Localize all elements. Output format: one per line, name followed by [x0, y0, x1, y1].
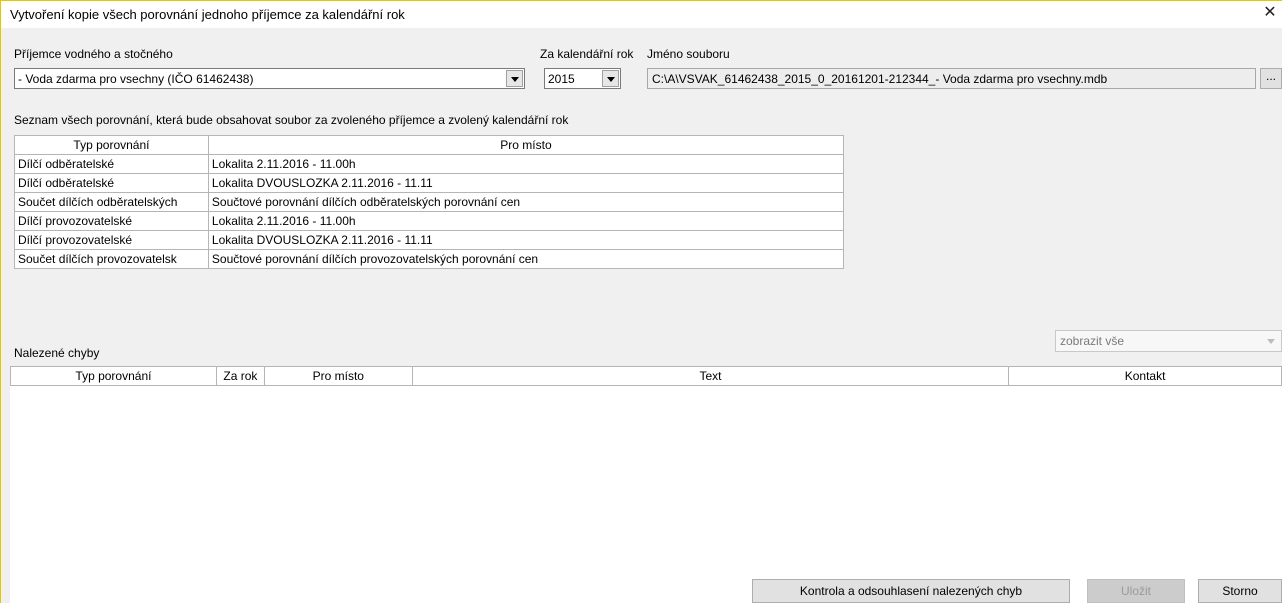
- recipient-select[interactable]: - Voda zdarma pro vsechny (IČO 61462438): [14, 68, 525, 89]
- cell-place: Součtové porovnání dílčích odběratelskýc…: [207, 192, 845, 212]
- errors-list[interactable]: [10, 366, 1282, 603]
- table-row[interactable]: Dílčí provozovatelské Lokalita DVOUSLOZK…: [14, 230, 845, 250]
- cell-type: Součet dílčích provozovatelsk: [14, 249, 209, 269]
- cell-place: Součtové porovnání dílčích provozovatels…: [207, 249, 845, 269]
- year-value: 2015: [548, 72, 575, 86]
- table-row[interactable]: Součet dílčích odběratelských Součtové p…: [14, 192, 845, 212]
- filename-field[interactable]: C:\A\VSVAK_61462438_2015_0_20161201-2123…: [647, 68, 1256, 89]
- title-bar: Vytvoření kopie všech porovnání jednoho …: [0, 0, 1282, 28]
- recipient-label: Příjemce vodného a stočného: [14, 47, 173, 61]
- errors-filter-select: zobrazit vše: [1055, 330, 1282, 352]
- browse-button[interactable]: ...: [1260, 68, 1282, 89]
- filter-value: zobrazit vše: [1060, 334, 1125, 348]
- column-header-type[interactable]: Typ porovnání: [10, 366, 217, 386]
- year-select[interactable]: 2015: [544, 68, 621, 89]
- table-row[interactable]: Součet dílčích provozovatelsk Součtové p…: [14, 249, 845, 269]
- column-header-type[interactable]: Typ porovnání: [14, 135, 209, 155]
- cell-type: Součet dílčích odběratelských: [14, 192, 209, 212]
- cell-place: Lokalita 2.11.2016 - 11.00h: [207, 154, 845, 174]
- comparisons-table: Typ porovnání Pro místo Dílčí odběratels…: [14, 135, 845, 269]
- cell-type: Dílčí odběratelské: [14, 154, 209, 174]
- errors-table-header: Typ porovnání Za rok Pro místo Text Kont…: [10, 366, 1282, 386]
- table-header-row: Typ porovnání Pro místo: [14, 135, 845, 155]
- filename-label: Jméno souboru: [647, 47, 730, 61]
- table-row[interactable]: Dílčí odběratelské Lokalita DVOUSLOZKA 2…: [14, 173, 845, 193]
- comparisons-caption: Seznam všech porovnání, která bude obsah…: [14, 113, 569, 127]
- column-header-place[interactable]: Pro místo: [207, 135, 845, 155]
- cancel-button[interactable]: Storno: [1198, 579, 1282, 603]
- close-icon[interactable]: ✕: [1262, 4, 1278, 22]
- chevron-down-icon: [1263, 332, 1280, 350]
- cell-place: Lokalita DVOUSLOZKA 2.11.2016 - 11.11: [207, 230, 845, 250]
- check-errors-button[interactable]: Kontrola a odsouhlasení nalezených chyb: [752, 579, 1070, 603]
- recipient-value: - Voda zdarma pro vsechny (IČO 61462438): [18, 72, 254, 86]
- cell-place: Lokalita 2.11.2016 - 11.00h: [207, 211, 845, 231]
- column-header-year[interactable]: Za rok: [215, 366, 265, 386]
- cell-type: Dílčí provozovatelské: [14, 230, 209, 250]
- column-header-place[interactable]: Pro místo: [263, 366, 413, 386]
- chevron-down-icon[interactable]: [602, 70, 619, 87]
- table-row[interactable]: Dílčí odběratelské Lokalita 2.11.2016 - …: [14, 154, 845, 174]
- year-label: Za kalendářní rok: [540, 47, 634, 61]
- cell-type: Dílčí odběratelské: [14, 173, 209, 193]
- table-row[interactable]: Dílčí provozovatelské Lokalita 2.11.2016…: [14, 211, 845, 231]
- column-header-contact[interactable]: Kontakt: [1008, 366, 1282, 386]
- filename-value: C:\A\VSVAK_61462438_2015_0_20161201-2123…: [652, 72, 1108, 86]
- window-title: Vytvoření kopie všech porovnání jednoho …: [10, 7, 405, 22]
- chevron-down-icon[interactable]: [506, 70, 523, 87]
- column-header-text[interactable]: Text: [411, 366, 1010, 386]
- save-button[interactable]: Uložit: [1087, 579, 1185, 603]
- table-header-row: Typ porovnání Za rok Pro místo Text Kont…: [10, 366, 1282, 386]
- cell-place: Lokalita DVOUSLOZKA 2.11.2016 - 11.11: [207, 173, 845, 193]
- errors-caption: Nalezené chyby: [14, 346, 100, 360]
- cell-type: Dílčí provozovatelské: [14, 211, 209, 231]
